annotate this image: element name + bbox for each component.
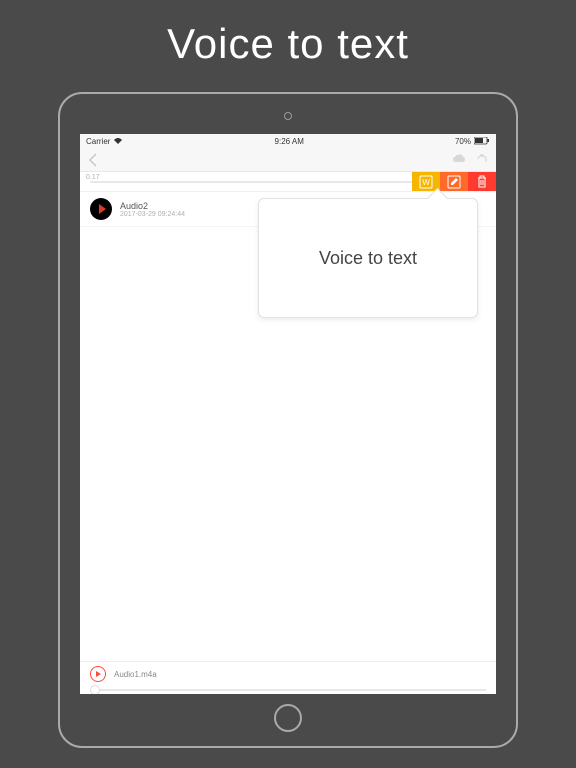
carrier-label: Carrier	[86, 137, 110, 146]
now-playing-title: Audio1.m4a	[114, 670, 157, 679]
audio-title: Audio2	[120, 201, 185, 211]
app-screen: Carrier 9:26 AM 70%	[80, 134, 496, 694]
tooltip-popover: Voice to text	[258, 198, 478, 318]
play-icon	[96, 671, 101, 677]
swipe-actions: W	[412, 172, 496, 191]
battery-icon	[474, 137, 490, 145]
progress-thumb[interactable]	[90, 685, 100, 694]
cloud-icon[interactable]	[452, 154, 466, 166]
home-button[interactable]	[274, 704, 302, 732]
now-playing-bar: Audio1.m4a	[80, 661, 496, 686]
camera-icon	[284, 112, 292, 120]
wifi-icon	[113, 137, 123, 145]
nav-bar	[80, 148, 496, 172]
tooltip-text: Voice to text	[319, 248, 417, 269]
play-icon	[99, 204, 106, 214]
back-button[interactable]	[88, 153, 98, 167]
audio-date: 2017-03-29 09:24:44	[120, 211, 185, 218]
tablet-frame: Carrier 9:26 AM 70%	[58, 92, 518, 748]
delete-button[interactable]	[468, 172, 496, 191]
status-time: 9:26 AM	[275, 137, 304, 146]
status-bar: Carrier 9:26 AM 70%	[80, 134, 496, 148]
progress-slider-row: 0.17 -00.03 W	[80, 172, 496, 192]
battery-percent: 70%	[455, 137, 471, 146]
mini-progress[interactable]	[80, 686, 496, 694]
play-button[interactable]	[90, 198, 112, 220]
svg-text:W: W	[422, 178, 430, 187]
edit-button[interactable]	[440, 172, 468, 191]
mini-play-button[interactable]	[90, 666, 106, 682]
share-icon[interactable]	[476, 154, 488, 166]
marketing-title: Voice to text	[0, 0, 576, 68]
